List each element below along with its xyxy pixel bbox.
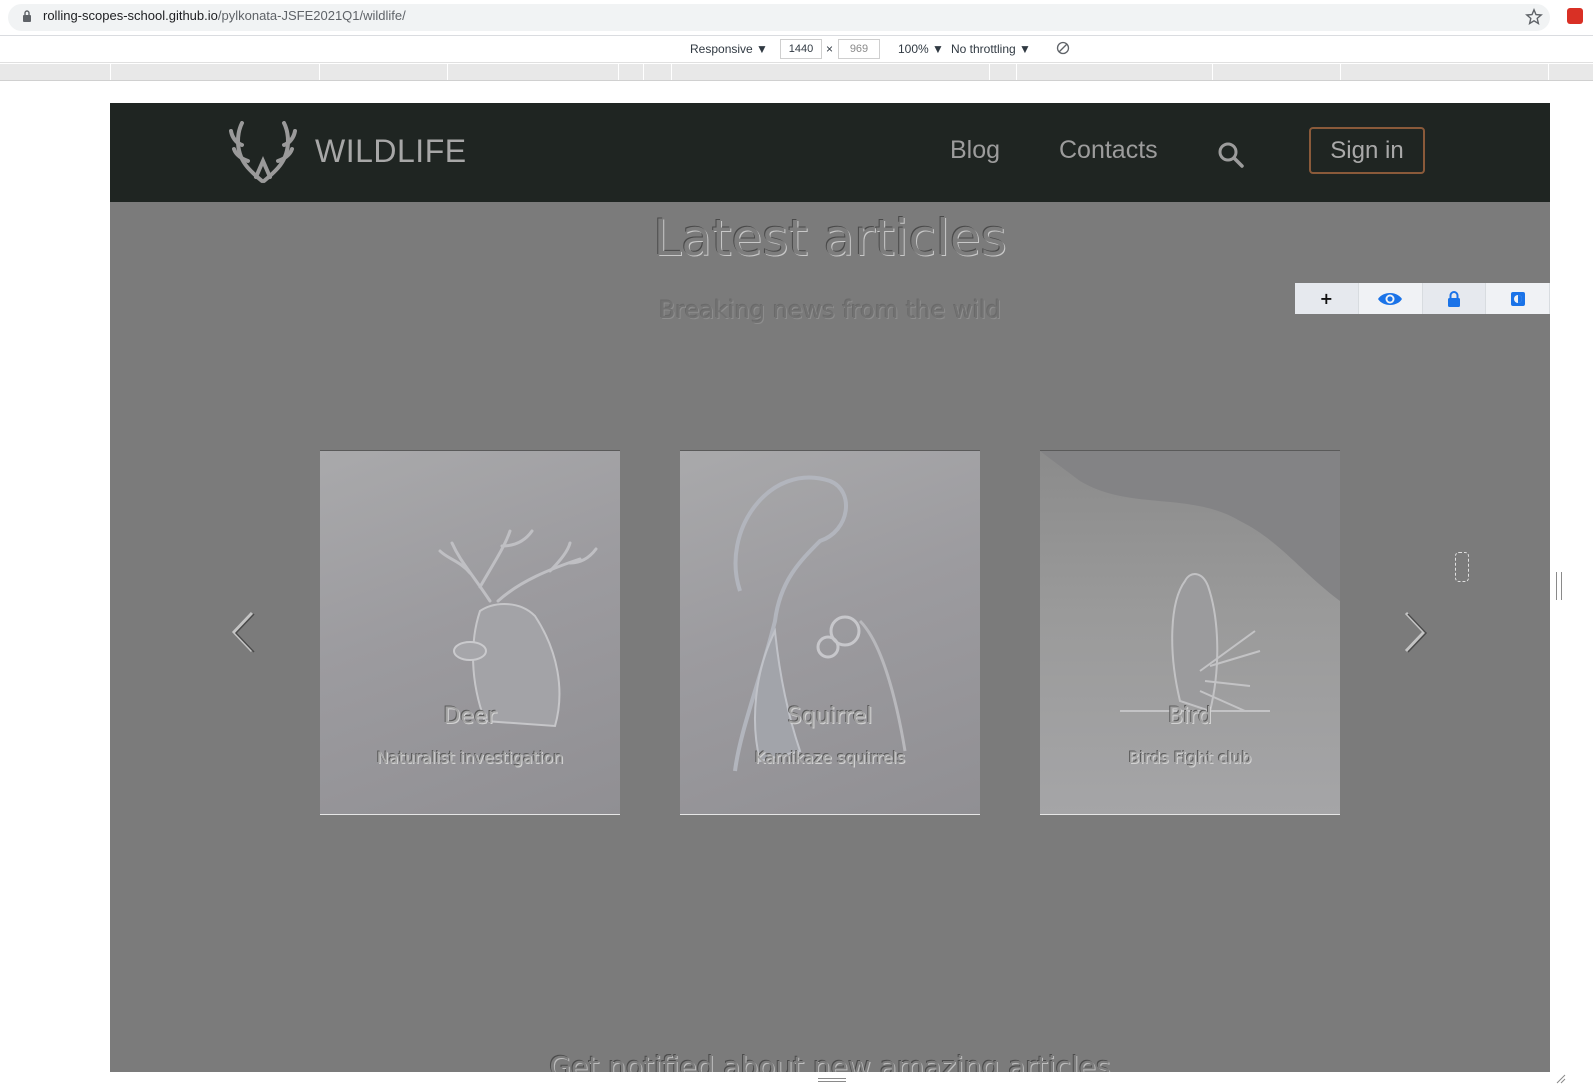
height-input[interactable]: 969 — [838, 39, 880, 59]
browser-address-bar: rolling-scopes-school.github.io/pylkonat… — [0, 0, 1593, 36]
extension-icon[interactable] — [1567, 8, 1583, 24]
nav-blog-link[interactable]: Blog — [950, 136, 1000, 165]
card-text: Kamikaze squirrels — [754, 748, 906, 767]
url-text[interactable]: rolling-scopes-school.github.io/pylkonat… — [43, 8, 406, 23]
media-query-ruler[interactable] — [0, 64, 1593, 81]
dimension-separator: × — [826, 42, 834, 56]
carousel-next-arrow-icon[interactable] — [1396, 609, 1432, 655]
a11y-add-button[interactable]: + — [1295, 283, 1359, 314]
device-toolbar: Responsive ▼ 1440 × 969 100% ▼ No thrott… — [0, 36, 1593, 63]
url-path: /pylkonata-JSFE2021Q1/wildlife/ — [217, 8, 406, 23]
logo-text[interactable]: WILDLIFE — [315, 133, 467, 170]
viewport-resize-bottom-handle[interactable] — [818, 1078, 846, 1082]
device-select[interactable]: Responsive ▼ — [690, 42, 768, 56]
contrast-icon — [1510, 291, 1525, 306]
viewport-resize-corner-icon[interactable] — [1556, 1074, 1566, 1084]
section-title: Latest articles — [653, 209, 1007, 267]
card-title: Deer — [443, 704, 497, 729]
antlers-logo-icon[interactable] — [228, 121, 298, 185]
plus-icon: + — [1319, 289, 1334, 308]
a11y-contrast-button[interactable] — [1486, 283, 1550, 314]
eye-icon — [1378, 292, 1403, 305]
bookmark-star-icon[interactable] — [1525, 8, 1543, 26]
search-icon[interactable] — [1217, 141, 1245, 169]
throttling-select[interactable]: No throttling ▼ — [951, 42, 1031, 56]
card-text: Naturalist investigation — [376, 748, 564, 767]
page-viewport: WILDLIFE Blog Contacts Sign in Latest ar… — [110, 103, 1550, 1072]
carousel-prev-arrow-icon[interactable] — [226, 609, 262, 655]
width-input[interactable]: 1440 — [780, 39, 822, 59]
drag-handle-icon[interactable] — [1455, 552, 1469, 582]
a11y-view-button[interactable] — [1358, 283, 1423, 314]
site-header: WILDLIFE Blog Contacts Sign in — [110, 103, 1550, 202]
zoom-select[interactable]: 100% ▼ — [898, 42, 944, 56]
rotate-icon[interactable] — [1056, 41, 1070, 55]
lock-icon — [1447, 290, 1460, 307]
accessibility-toolbar: + — [1295, 283, 1550, 314]
article-card-deer[interactable]: Deer Naturalist investigation — [320, 450, 620, 815]
signin-button[interactable]: Sign in — [1309, 127, 1425, 174]
viewport-resize-right-handle[interactable] — [1556, 572, 1562, 600]
card-title: Bird — [1168, 704, 1212, 729]
article-card-bird[interactable]: Bird Birds Fight club — [1040, 450, 1340, 815]
article-card-squirrel[interactable]: Squirrel Kamikaze squirrels — [680, 450, 980, 815]
lock-icon[interactable] — [22, 9, 32, 23]
a11y-lock-button[interactable] — [1422, 283, 1487, 314]
nav-contacts-link[interactable]: Contacts — [1059, 136, 1158, 165]
card-title: Squirrel — [787, 704, 873, 729]
card-text: Birds Fight club — [1128, 748, 1252, 767]
url-host: rolling-scopes-school.github.io — [43, 8, 218, 23]
next-section-title: Get notified about new amazing articles — [549, 1050, 1111, 1072]
